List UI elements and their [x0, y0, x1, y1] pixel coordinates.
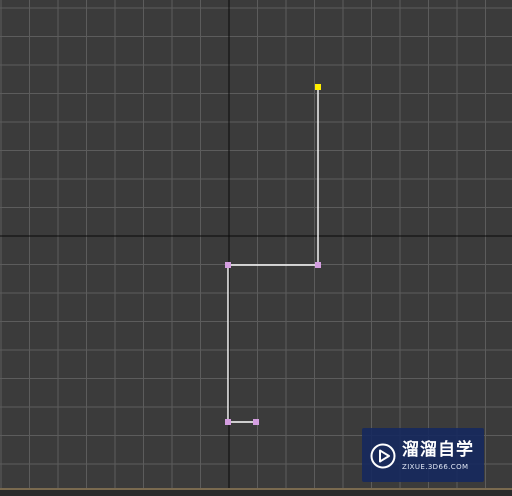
spline-vertex[interactable]	[225, 419, 231, 425]
viewport-bottom-border	[0, 488, 512, 496]
spline-vertex[interactable]	[315, 262, 321, 268]
viewport-canvas[interactable]	[0, 0, 512, 496]
watermark-badge: 溜溜自学 ZIXUE.3D66.COM	[362, 428, 484, 482]
watermark-title: 溜溜自学	[402, 439, 474, 460]
line-spline[interactable]	[227, 87, 319, 423]
viewport-top[interactable]: 溜溜自学 ZIXUE.3D66.COM	[0, 0, 512, 496]
spline-vertex[interactable]	[225, 262, 231, 268]
spline-vertex-first[interactable]	[315, 84, 321, 90]
spline-vertex[interactable]	[253, 419, 259, 425]
watermark-url: ZIXUE.3D66.COM	[402, 462, 469, 471]
play-circle-icon	[370, 443, 396, 469]
